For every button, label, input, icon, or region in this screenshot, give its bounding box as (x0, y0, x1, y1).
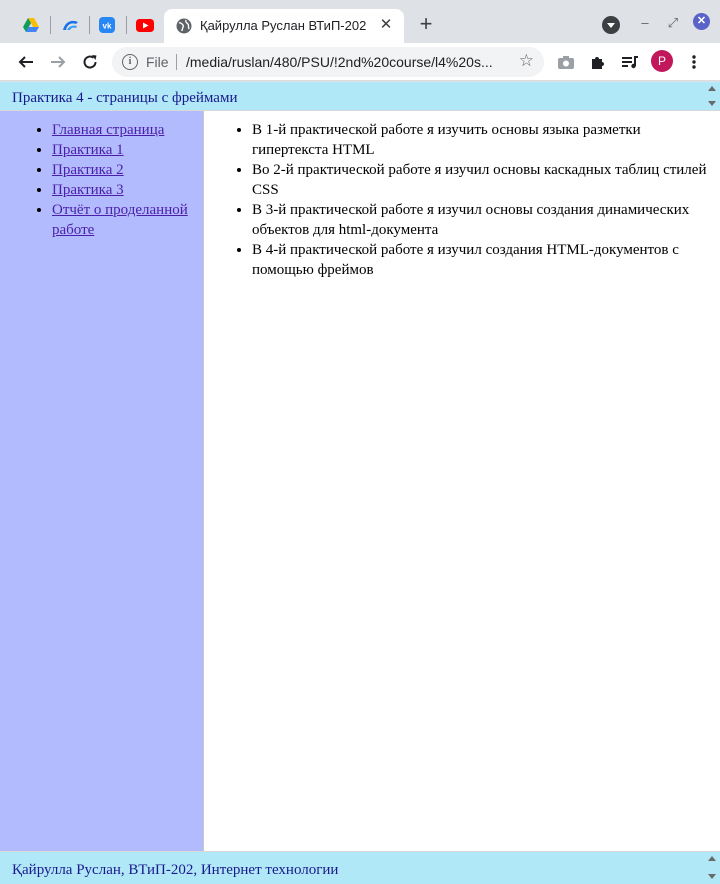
bookmark-star-icon[interactable]: ☆ (519, 51, 534, 71)
svg-text:vk: vk (103, 22, 112, 31)
active-tab[interactable]: Қайрулла Руслан ВТиП-202 ✕ (164, 9, 404, 43)
info-icon[interactable]: i (122, 54, 138, 70)
pinned-separator (89, 16, 90, 34)
window-close-button[interactable]: ✕ (693, 13, 710, 30)
reload-icon (83, 55, 97, 69)
header-frame: Практика 4 - страницы с фреймами (0, 82, 720, 111)
url-text[interactable]: /media/ruslan/480/PSU/!2nd%20course/l4%2… (186, 54, 506, 70)
content-frame: В 1-й практической работе я изучить осно… (204, 111, 720, 851)
pinned-separator (126, 16, 127, 34)
header-title: Практика 4 - страницы с фреймами (12, 90, 238, 106)
minimize-button[interactable]: – (634, 12, 656, 34)
arrow-right-icon (51, 56, 66, 68)
back-button[interactable] (14, 50, 38, 74)
forward-button[interactable] (46, 50, 70, 74)
nav-item: Практика 3 (52, 180, 200, 200)
footer-text: Қайрулла Руслан, ВТиП-202, Интернет техн… (12, 862, 339, 878)
reload-button[interactable] (78, 50, 102, 74)
pinned-separator (50, 16, 51, 34)
new-tab-button[interactable]: + (414, 13, 438, 37)
more-vertical-icon (692, 55, 696, 69)
tab-strip: vk Қайрулла Руслан ВТиП-202 ✕ + – ⤢ ✕ (0, 0, 720, 43)
footer-scroll-down-icon[interactable] (708, 874, 716, 879)
nav-list: Главная страница Практика 1 Практика 2 П… (52, 120, 200, 240)
vk-icon: vk (99, 17, 115, 33)
omnibox-separator (176, 54, 177, 70)
content-item: В 1-й практической работе я изучить осно… (252, 120, 710, 160)
cloud-app-icon (63, 20, 78, 30)
tab-close-icon[interactable]: ✕ (376, 15, 396, 35)
nav-link-home[interactable]: Главная страница (52, 122, 164, 138)
menu-button[interactable] (682, 50, 706, 74)
profile-avatar[interactable]: P (651, 50, 673, 72)
nav-link-practice-2[interactable]: Практика 2 (52, 162, 124, 178)
screenshot-button[interactable] (554, 50, 578, 74)
puzzle-icon (592, 57, 604, 69)
extensions-button[interactable] (586, 50, 610, 74)
pinned-tab-youtube[interactable] (130, 10, 160, 40)
url-scheme: File (146, 54, 169, 70)
camera-icon (558, 55, 574, 69)
header-scroll-up-icon[interactable] (708, 86, 716, 91)
content-list: В 1-й практической работе я изучить осно… (252, 120, 710, 280)
nav-link-practice-1[interactable]: Практика 1 (52, 142, 124, 158)
pinned-tab-google-drive[interactable] (16, 10, 46, 40)
navigation-frame: Главная страница Практика 1 Практика 2 П… (0, 111, 204, 851)
google-drive-icon (23, 18, 39, 32)
nav-item: Отчёт о проделанной работе (52, 200, 200, 240)
content-item: В 4-й практической работе я изучил созда… (252, 240, 710, 280)
header-scroll-down-icon[interactable] (708, 101, 716, 106)
nav-item: Практика 1 (52, 140, 200, 160)
content-item: В 3-й практической работе я изучил основ… (252, 200, 710, 240)
nav-link-report[interactable]: Отчёт о проделанной работе (52, 202, 188, 238)
playlist-icon (622, 56, 638, 69)
footer-scroll-up-icon[interactable] (708, 856, 716, 861)
restore-button[interactable]: ⤢ (662, 12, 684, 34)
pinned-tab-vk[interactable]: vk (92, 10, 122, 40)
nav-item: Главная страница (52, 120, 200, 140)
nav-link-practice-3[interactable]: Практика 3 (52, 182, 124, 198)
tab-search-button[interactable] (602, 16, 620, 34)
browser-toolbar: i File /media/ruslan/480/PSU/!2nd%20cour… (0, 43, 720, 81)
media-control-button[interactable] (618, 50, 642, 74)
content-item: Во 2-й практической работе я изучил осно… (252, 160, 710, 200)
page-viewport: Практика 4 - страницы с фреймами Главная… (0, 82, 720, 884)
youtube-icon (136, 18, 154, 32)
globe-icon (176, 18, 192, 34)
nav-item: Практика 2 (52, 160, 200, 180)
pinned-tab-cloud-app[interactable] (55, 10, 85, 40)
footer-frame: Қайрулла Руслан, ВТиП-202, Интернет техн… (0, 851, 720, 884)
tab-title: Қайрулла Руслан ВТиП-202 (200, 18, 367, 33)
address-bar[interactable]: i File /media/ruslan/480/PSU/!2nd%20cour… (112, 47, 544, 77)
arrow-left-icon (18, 56, 33, 68)
